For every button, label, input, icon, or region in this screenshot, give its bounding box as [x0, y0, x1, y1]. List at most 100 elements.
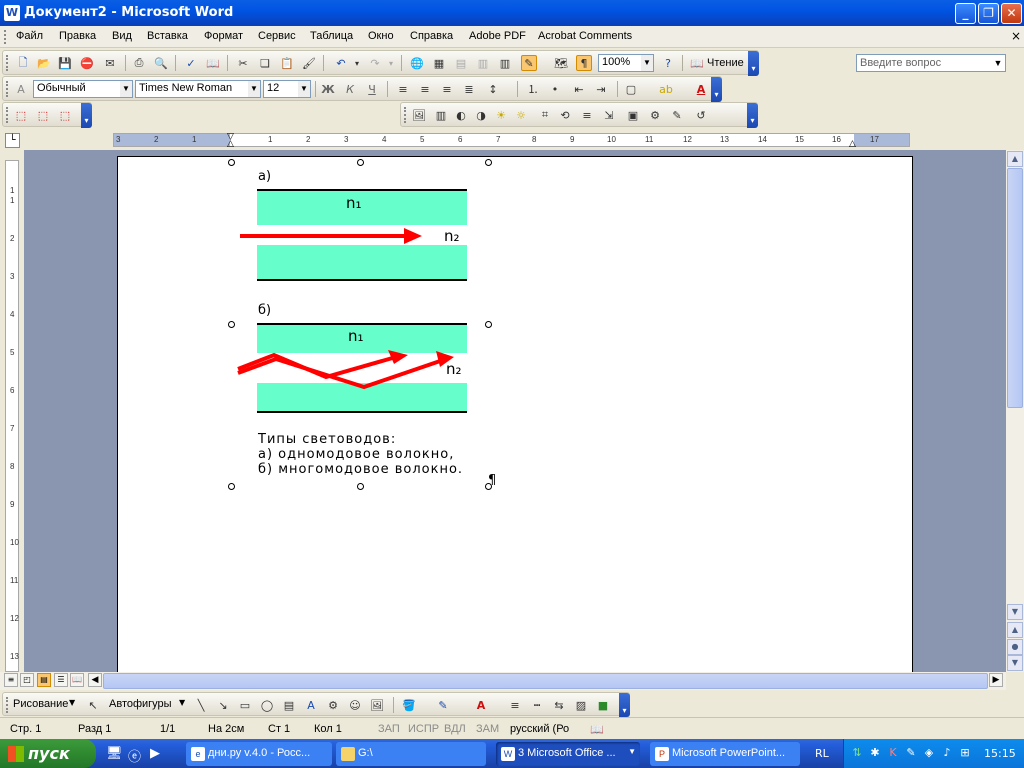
status-track-changes[interactable]: ИСПР: [408, 723, 439, 735]
research-icon[interactable]: 📖: [205, 55, 221, 71]
network-icon[interactable]: ⇅: [850, 746, 864, 760]
help-search-input[interactable]: Введите вопрос ▼: [856, 54, 1006, 72]
toolbar-options-chevron[interactable]: ▾: [81, 103, 92, 128]
align-left-icon[interactable]: ≡: [395, 81, 411, 97]
new-document-icon[interactable]: 🗋: [15, 55, 31, 71]
task-browser[interactable]: e дни.ру v.4.0 - Росс...: [186, 742, 332, 766]
text-wrapping-icon[interactable]: ▣: [625, 107, 641, 123]
tab-selector-icon[interactable]: └: [5, 133, 20, 148]
menu-window[interactable]: Окно: [368, 30, 394, 42]
line-style-icon[interactable]: ≡: [579, 107, 595, 123]
word-icon[interactable]: W: [4, 5, 20, 21]
email-icon[interactable]: ✉: [102, 55, 118, 71]
hyperlink-icon[interactable]: 🌐: [409, 55, 425, 71]
zoom-combo[interactable]: 100% ▼: [598, 54, 654, 72]
font-color-icon[interactable]: A: [473, 697, 489, 713]
menu-acrobat-comments[interactable]: Acrobat Comments: [538, 30, 632, 42]
left-indent-marker-icon[interactable]: △: [227, 139, 234, 149]
paste-icon[interactable]: 📋: [279, 55, 295, 71]
next-page-button[interactable]: ▼: [1007, 655, 1023, 671]
menu-table[interactable]: Таблица: [310, 30, 353, 42]
tables-borders-icon[interactable]: ▦: [431, 55, 447, 71]
menu-format[interactable]: Формат: [204, 30, 243, 42]
scroll-right-button[interactable]: ▶: [989, 673, 1003, 687]
clip-art-icon[interactable]: ☺: [347, 697, 363, 713]
autoshapes-menu-button[interactable]: Автофигуры: [109, 698, 172, 710]
font-size-combo[interactable]: 12 ▼: [263, 80, 311, 98]
minimize-button[interactable]: _: [955, 3, 976, 24]
set-transparent-icon[interactable]: ✎: [669, 107, 685, 123]
scroll-up-button[interactable]: ▲: [1007, 151, 1023, 167]
highlight-icon[interactable]: ab: [658, 81, 674, 97]
menu-adobe-pdf[interactable]: Adobe PDF: [469, 30, 526, 42]
ruler-bar[interactable]: 3 2 1 1 2 3 4 5 6 7 8 9 10 11 12 13 14 1…: [113, 132, 910, 149]
arrow-tool-icon[interactable]: ↘: [215, 697, 231, 713]
line-spacing-icon[interactable]: ↕: [485, 81, 501, 97]
scroll-left-button[interactable]: ◀: [88, 673, 102, 687]
reading-view-icon[interactable]: 📖: [70, 673, 84, 687]
chevron-down-icon[interactable]: ▼: [641, 55, 653, 71]
spelling-status-icon[interactable]: 📖: [590, 723, 604, 736]
fill-color-icon[interactable]: 🪣: [401, 697, 417, 713]
crop-icon[interactable]: ⌗: [537, 107, 553, 123]
cut-icon[interactable]: ✂: [235, 55, 251, 71]
read-book-icon[interactable]: 📖: [689, 55, 705, 71]
align-center-icon[interactable]: ≡: [417, 81, 433, 97]
bold-button[interactable]: Ж: [320, 81, 336, 97]
undo-icon[interactable]: ↶: [333, 55, 349, 71]
dash-style-icon[interactable]: ┅: [529, 697, 545, 713]
more-contrast-icon[interactable]: ◐: [453, 107, 469, 123]
drawing-icon[interactable]: ✎: [521, 55, 537, 71]
menu-help[interactable]: Справка: [410, 30, 453, 42]
task-word-group[interactable]: W 3 Microsoft Office ... ▼: [496, 742, 640, 766]
menu-edit[interactable]: Правка: [59, 30, 96, 42]
start-button[interactable]: пуск: [0, 739, 96, 768]
tray-app-icon[interactable]: ✎: [904, 746, 918, 760]
spelling-icon[interactable]: ✓: [183, 55, 199, 71]
media-icon[interactable]: ▶: [150, 746, 160, 761]
rotate-icon[interactable]: ⟲: [557, 107, 573, 123]
task-powerpoint[interactable]: P Microsoft PowerPoint...: [650, 742, 800, 766]
print-layout-view-icon[interactable]: ▤: [37, 673, 51, 687]
3d-style-icon[interactable]: ■: [595, 697, 611, 713]
help-icon[interactable]: ?: [660, 55, 676, 71]
insert-table-icon[interactable]: ▤: [453, 55, 469, 71]
status-record[interactable]: ЗАП: [378, 723, 400, 735]
align-right-icon[interactable]: ≡: [439, 81, 455, 97]
draw-menu-button[interactable]: Рисование: [13, 698, 68, 710]
chevron-down-icon[interactable]: ▼: [179, 698, 185, 707]
close-document-icon[interactable]: ×: [1011, 29, 1021, 43]
border-icon[interactable]: ▢: [623, 81, 639, 97]
horizontal-scrollbar[interactable]: ≡ ◰ ▤ ☰ 📖 ◀ ▶: [0, 672, 1006, 690]
menu-tools[interactable]: Сервис: [258, 30, 296, 42]
clock[interactable]: 15:15: [984, 747, 1016, 760]
insert-picture-icon[interactable]: 🖼: [369, 697, 385, 713]
selection-handle[interactable]: [228, 159, 235, 166]
previous-page-button[interactable]: ▲: [1007, 622, 1023, 638]
selection-handle[interactable]: [228, 321, 235, 328]
selection-handle[interactable]: [485, 321, 492, 328]
justify-icon[interactable]: ≣: [461, 81, 477, 97]
chevron-down-icon[interactable]: ▼: [248, 81, 260, 97]
horizontal-scroll-thumb[interactable]: [103, 673, 988, 689]
chevron-down-icon[interactable]: ▼: [991, 55, 1005, 71]
line-style-icon[interactable]: ≡: [507, 697, 523, 713]
read-mode-label[interactable]: Чтение: [707, 57, 744, 69]
selection-handle[interactable]: [485, 159, 492, 166]
selection-handle[interactable]: [228, 483, 235, 490]
redo-dropdown-icon[interactable]: ▾: [383, 55, 399, 71]
insert-excel-icon[interactable]: ▥: [475, 55, 491, 71]
horizontal-ruler[interactable]: └ 3 2 1 1 2 3 4 5 6 7 8 9 10 11 12 13 14…: [0, 131, 1024, 150]
convert-pdf-review-icon[interactable]: ⬚: [57, 107, 73, 123]
web-view-icon[interactable]: ◰: [20, 673, 34, 687]
internet-explorer-icon[interactable]: ⓔ: [128, 746, 141, 765]
open-folder-icon[interactable]: 📂: [36, 55, 52, 71]
maximize-button[interactable]: ❐: [978, 3, 999, 24]
vertical-ruler[interactable]: 1 1 2 3 4 5 6 7 8 9 10 11 12 13: [0, 150, 24, 672]
insert-picture-icon[interactable]: 🖼: [411, 107, 427, 123]
menu-insert[interactable]: Вставка: [147, 30, 188, 42]
font-color-icon[interactable]: A: [693, 81, 709, 97]
menu-view[interactable]: Вид: [112, 30, 132, 42]
shadow-style-icon[interactable]: ▨: [573, 697, 589, 713]
antivirus-icon[interactable]: K: [886, 746, 900, 760]
